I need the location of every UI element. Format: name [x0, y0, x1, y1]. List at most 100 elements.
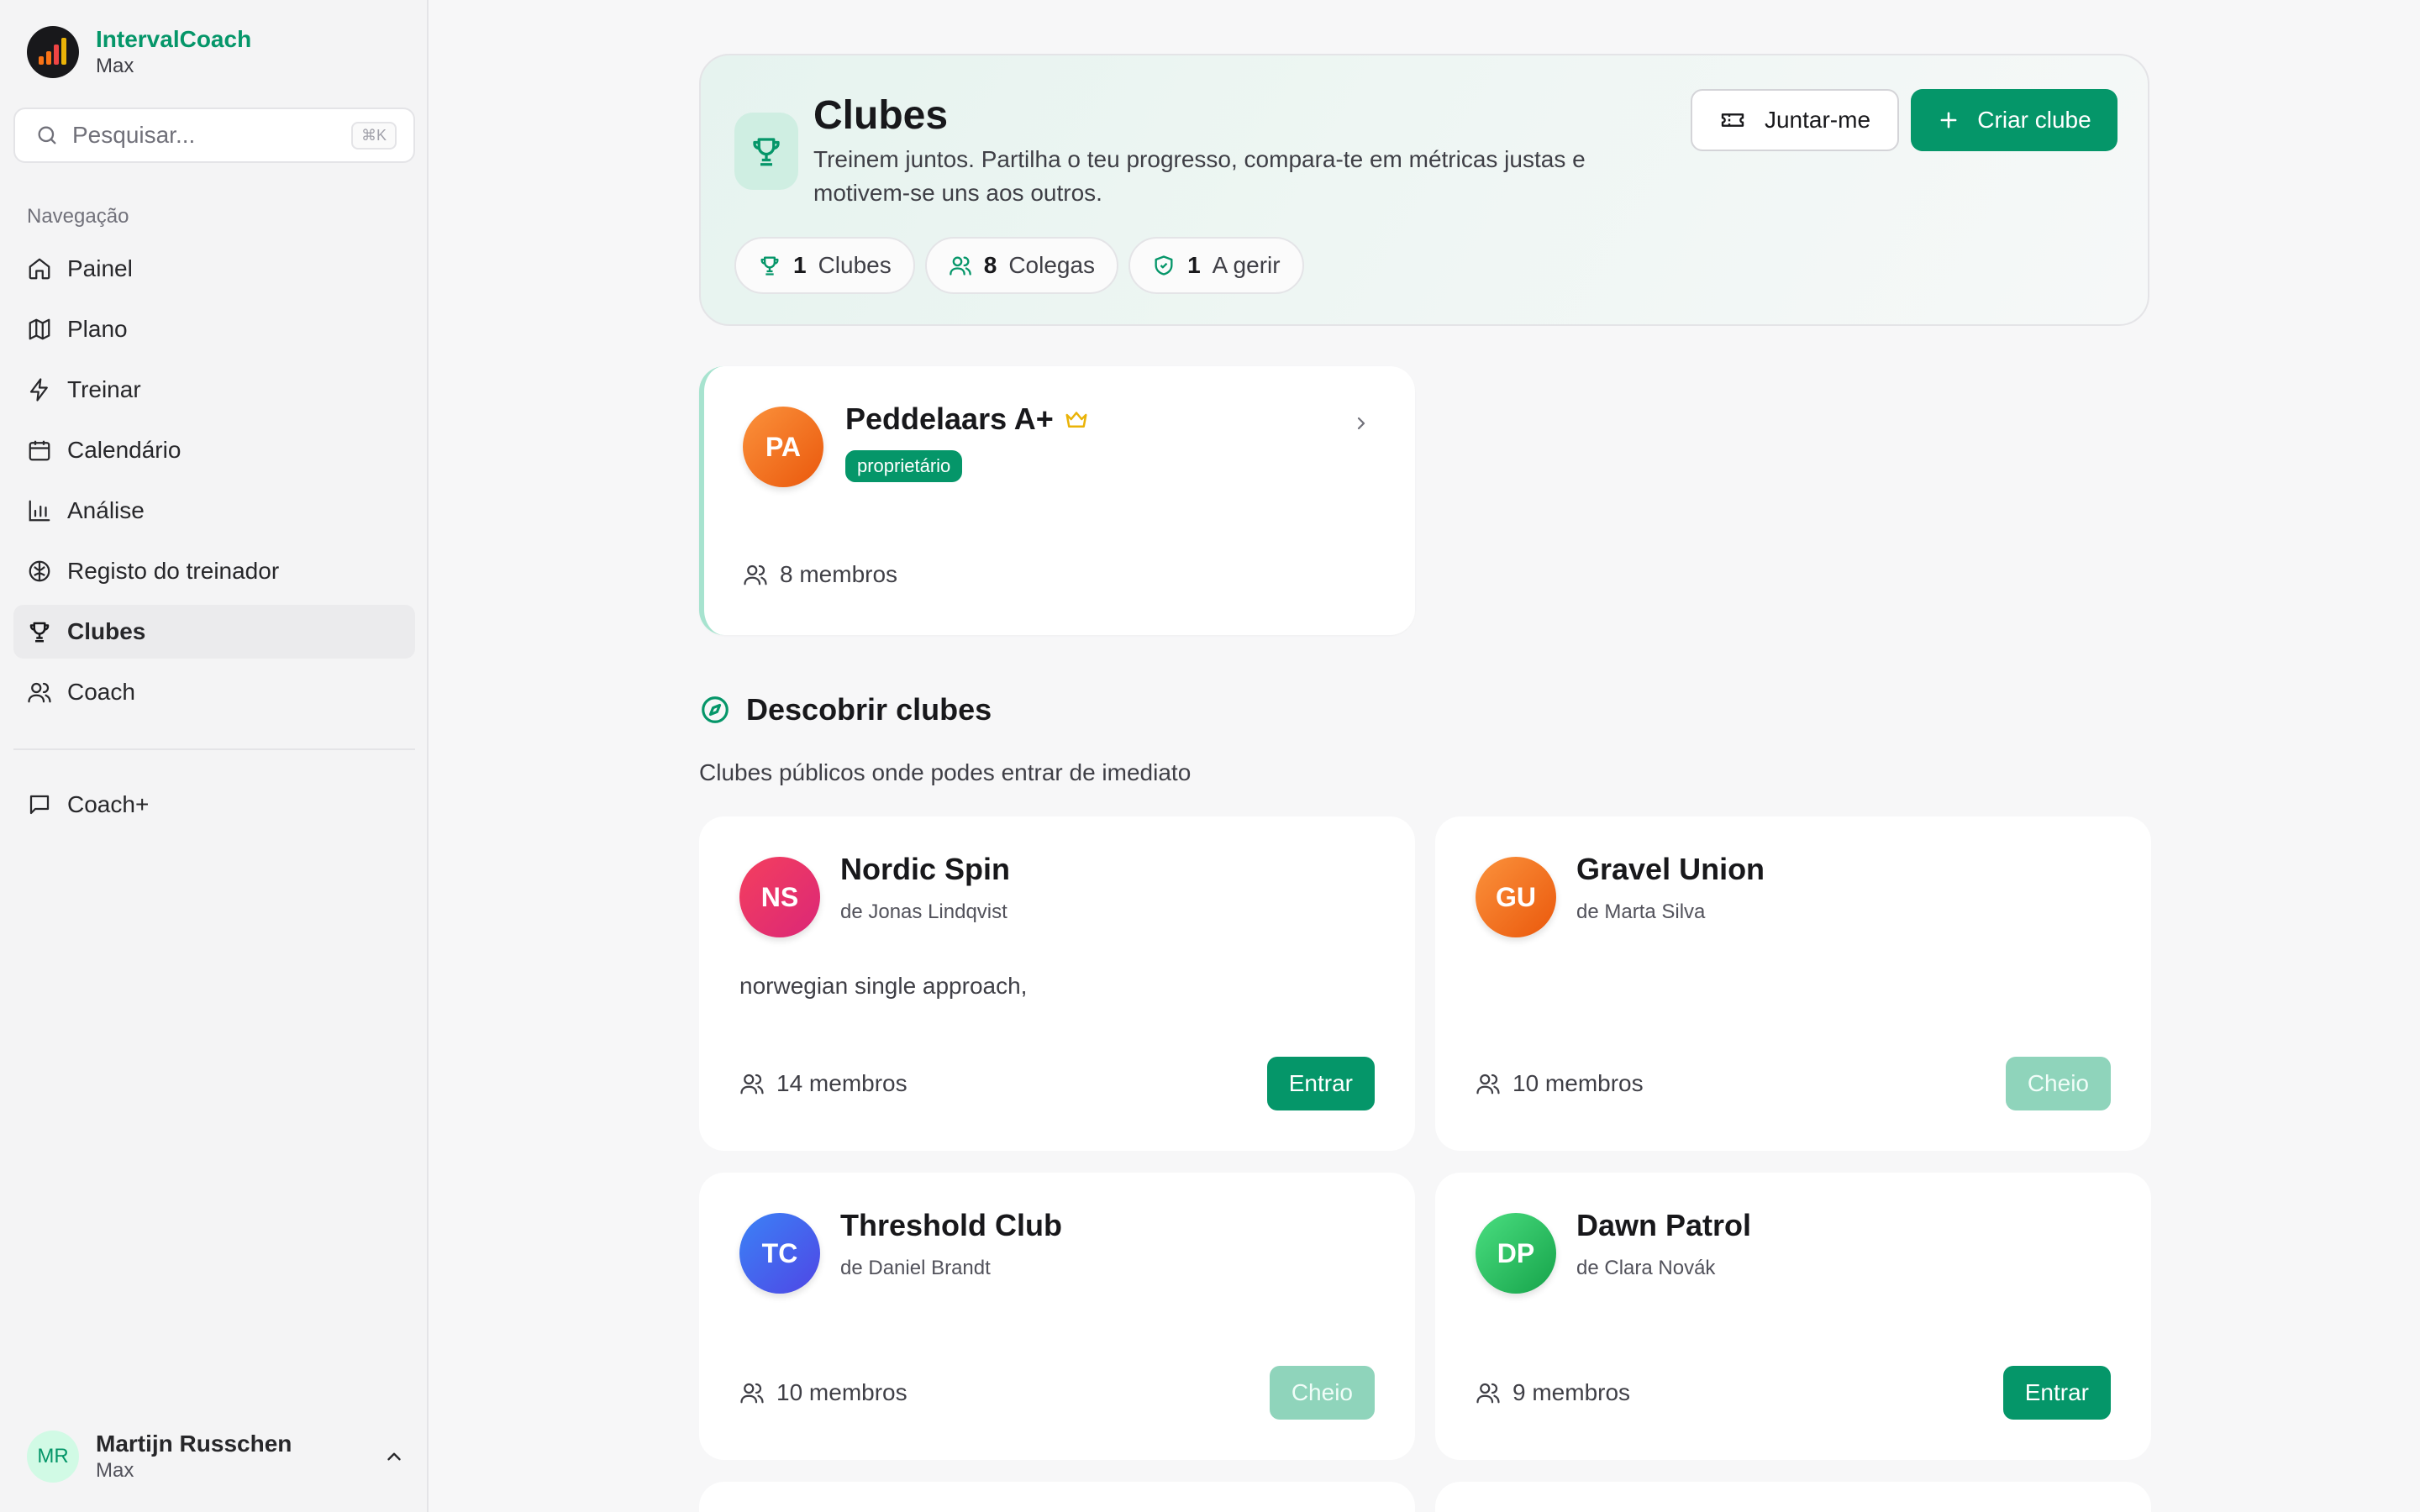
club-members: 10 membros: [1476, 1070, 1644, 1097]
club-avatar: PA: [743, 407, 823, 487]
search-shortcut: ⌘K: [350, 121, 397, 150]
brand[interactable]: IntervalCoach Max: [27, 25, 251, 79]
club-name: Threshold Club: [840, 1208, 1062, 1242]
stat-label: Colegas: [1008, 252, 1096, 278]
sidebar-item-clubes[interactable]: Clubes: [13, 605, 415, 659]
users-icon: [740, 1383, 764, 1404]
crown-icon: [1065, 412, 1087, 428]
join-button[interactable]: Entrar: [1266, 1057, 1375, 1110]
user-name: Martijn Russchen: [96, 1431, 292, 1457]
club-avatar: DP: [1476, 1213, 1556, 1294]
create-club-label: Criar clube: [1977, 107, 2091, 133]
club-members: 8 membros: [743, 561, 897, 588]
users-icon: [949, 256, 971, 276]
sidebar-item-calendario[interactable]: Calendário: [13, 423, 415, 477]
discover-title-text: Descobrir clubes: [746, 692, 992, 727]
trophy-icon: [753, 138, 780, 166]
club-card[interactable]: NS Nordic Spin de Jonas Lindqvist norweg…: [699, 816, 1415, 1151]
members-count: 9 membros: [1512, 1379, 1631, 1405]
sidebar-item-label: Análise: [67, 497, 145, 523]
sidebar-item-label: Treinar: [67, 376, 141, 402]
club-owner: de Jonas Lindqvist: [840, 900, 1007, 923]
sidebar-item-label: Registo do treinador: [67, 558, 280, 584]
club-name: Dawn Patrol: [1576, 1208, 1752, 1242]
club-members: 10 membros: [739, 1379, 908, 1406]
secondary-nav: Coach+: [13, 778, 415, 838]
calendar-icon: [29, 440, 50, 461]
sidebar: IntervalCoach Max Pesquisar... ⌘K Navega…: [0, 0, 429, 1512]
search-input[interactable]: Pesquisar... ⌘K: [13, 108, 415, 163]
user-menu[interactable]: MR Martijn Russchen Max: [27, 1430, 405, 1483]
app-name: IntervalCoach: [96, 26, 252, 52]
sidebar-divider: [13, 748, 415, 750]
full-button[interactable]: Cheio: [2005, 1057, 2111, 1110]
join-club-button[interactable]: Juntar-me: [1691, 89, 1899, 151]
plus-icon: [1940, 112, 1957, 129]
chat-icon: [29, 795, 50, 815]
club-owner: de Clara Novák: [1576, 1257, 1716, 1279]
members-count: 14 membros: [776, 1070, 908, 1096]
role-badge: proprietário: [845, 450, 963, 482]
stat-value: 8: [983, 252, 997, 278]
club-name: Nordic Spin: [840, 852, 1011, 886]
app-subtitle: Max: [96, 55, 134, 77]
search-icon: [38, 126, 56, 144]
club-owner: de Daniel Brandt: [840, 1257, 991, 1279]
sidebar-item-label: Coach: [67, 679, 135, 705]
trophy-icon-container: [734, 113, 798, 190]
sidebar-item-analise[interactable]: Análise: [13, 484, 415, 538]
full-button[interactable]: Cheio: [1269, 1366, 1375, 1420]
club-owner: de Marta Silva: [1576, 900, 1706, 923]
shield-check-icon: [1155, 255, 1173, 276]
stat-managing: 1 A gerir: [1128, 237, 1304, 294]
sidebar-item-label: Coach+: [67, 791, 150, 817]
club-card[interactable]: GU Gravel Union de Marta Silva 10 membro…: [1435, 816, 2151, 1151]
page-description: Treinem juntos. Partilha o teu progresso…: [813, 146, 1586, 206]
sidebar-item-painel[interactable]: Painel: [13, 242, 415, 296]
stat-value: 1: [793, 252, 807, 278]
stat-label: Clubes: [818, 252, 892, 278]
members-count: 10 membros: [776, 1379, 908, 1405]
club-description: norwegian single approach,: [739, 973, 1028, 999]
join-club-label: Juntar-me: [1764, 107, 1871, 133]
my-club-card[interactable]: PA Peddelaars A+ proprietário 8 membros: [699, 366, 1415, 635]
chevron-right-icon[interactable]: [1351, 413, 1371, 433]
user-subtitle: Max: [96, 1459, 134, 1482]
members-count: 8 membros: [780, 561, 898, 587]
trophy-icon: [29, 622, 50, 643]
stat-label: A gerir: [1212, 252, 1281, 278]
nav-list: Painel Plano Treinar Calendário Análise …: [13, 242, 415, 726]
users-icon: [1476, 1074, 1500, 1095]
sidebar-item-label: Clubes: [67, 618, 146, 644]
users-icon: [1476, 1383, 1500, 1404]
nav-heading: Navegação: [27, 205, 129, 228]
members-count: 10 membros: [1512, 1070, 1644, 1096]
sidebar-item-registo[interactable]: Registo do treinador: [13, 544, 415, 598]
club-name-text: Peddelaars A+: [845, 402, 1054, 436]
users-icon: [740, 1074, 764, 1095]
sidebar-item-label: Calendário: [67, 437, 182, 463]
search-placeholder: Pesquisar...: [72, 122, 196, 148]
map-icon: [29, 318, 50, 340]
users-icon: [28, 682, 51, 703]
chevron-up-icon: [387, 1452, 401, 1461]
club-card[interactable]: DP Dawn Patrol de Clara Novák 9 membros …: [1435, 1173, 2151, 1460]
club-members: 14 membros: [739, 1070, 908, 1097]
bar-chart-icon: [29, 500, 50, 522]
sidebar-item-plano[interactable]: Plano: [13, 302, 415, 356]
sidebar-item-coach[interactable]: Coach: [13, 665, 415, 719]
stat-clubs: 1 Clubes: [734, 237, 915, 294]
club-card[interactable]: TC Threshold Club de Daniel Brandt 10 me…: [699, 1173, 1415, 1460]
club-card[interactable]: [1435, 1482, 2151, 1512]
bolt-icon: [29, 378, 48, 402]
sidebar-item-treinar[interactable]: Treinar: [13, 363, 415, 417]
users-icon: [744, 564, 767, 585]
app-logo: [27, 26, 79, 78]
sidebar-item-coach-plus[interactable]: Coach+: [13, 778, 415, 832]
home-icon: [29, 258, 50, 280]
discover-title: Descobrir clubes: [699, 692, 992, 727]
sidebar-item-label: Plano: [67, 316, 128, 342]
club-card[interactable]: [699, 1482, 1415, 1512]
join-button[interactable]: Entrar: [2002, 1366, 2111, 1420]
create-club-button[interactable]: Criar clube: [1911, 89, 2118, 151]
